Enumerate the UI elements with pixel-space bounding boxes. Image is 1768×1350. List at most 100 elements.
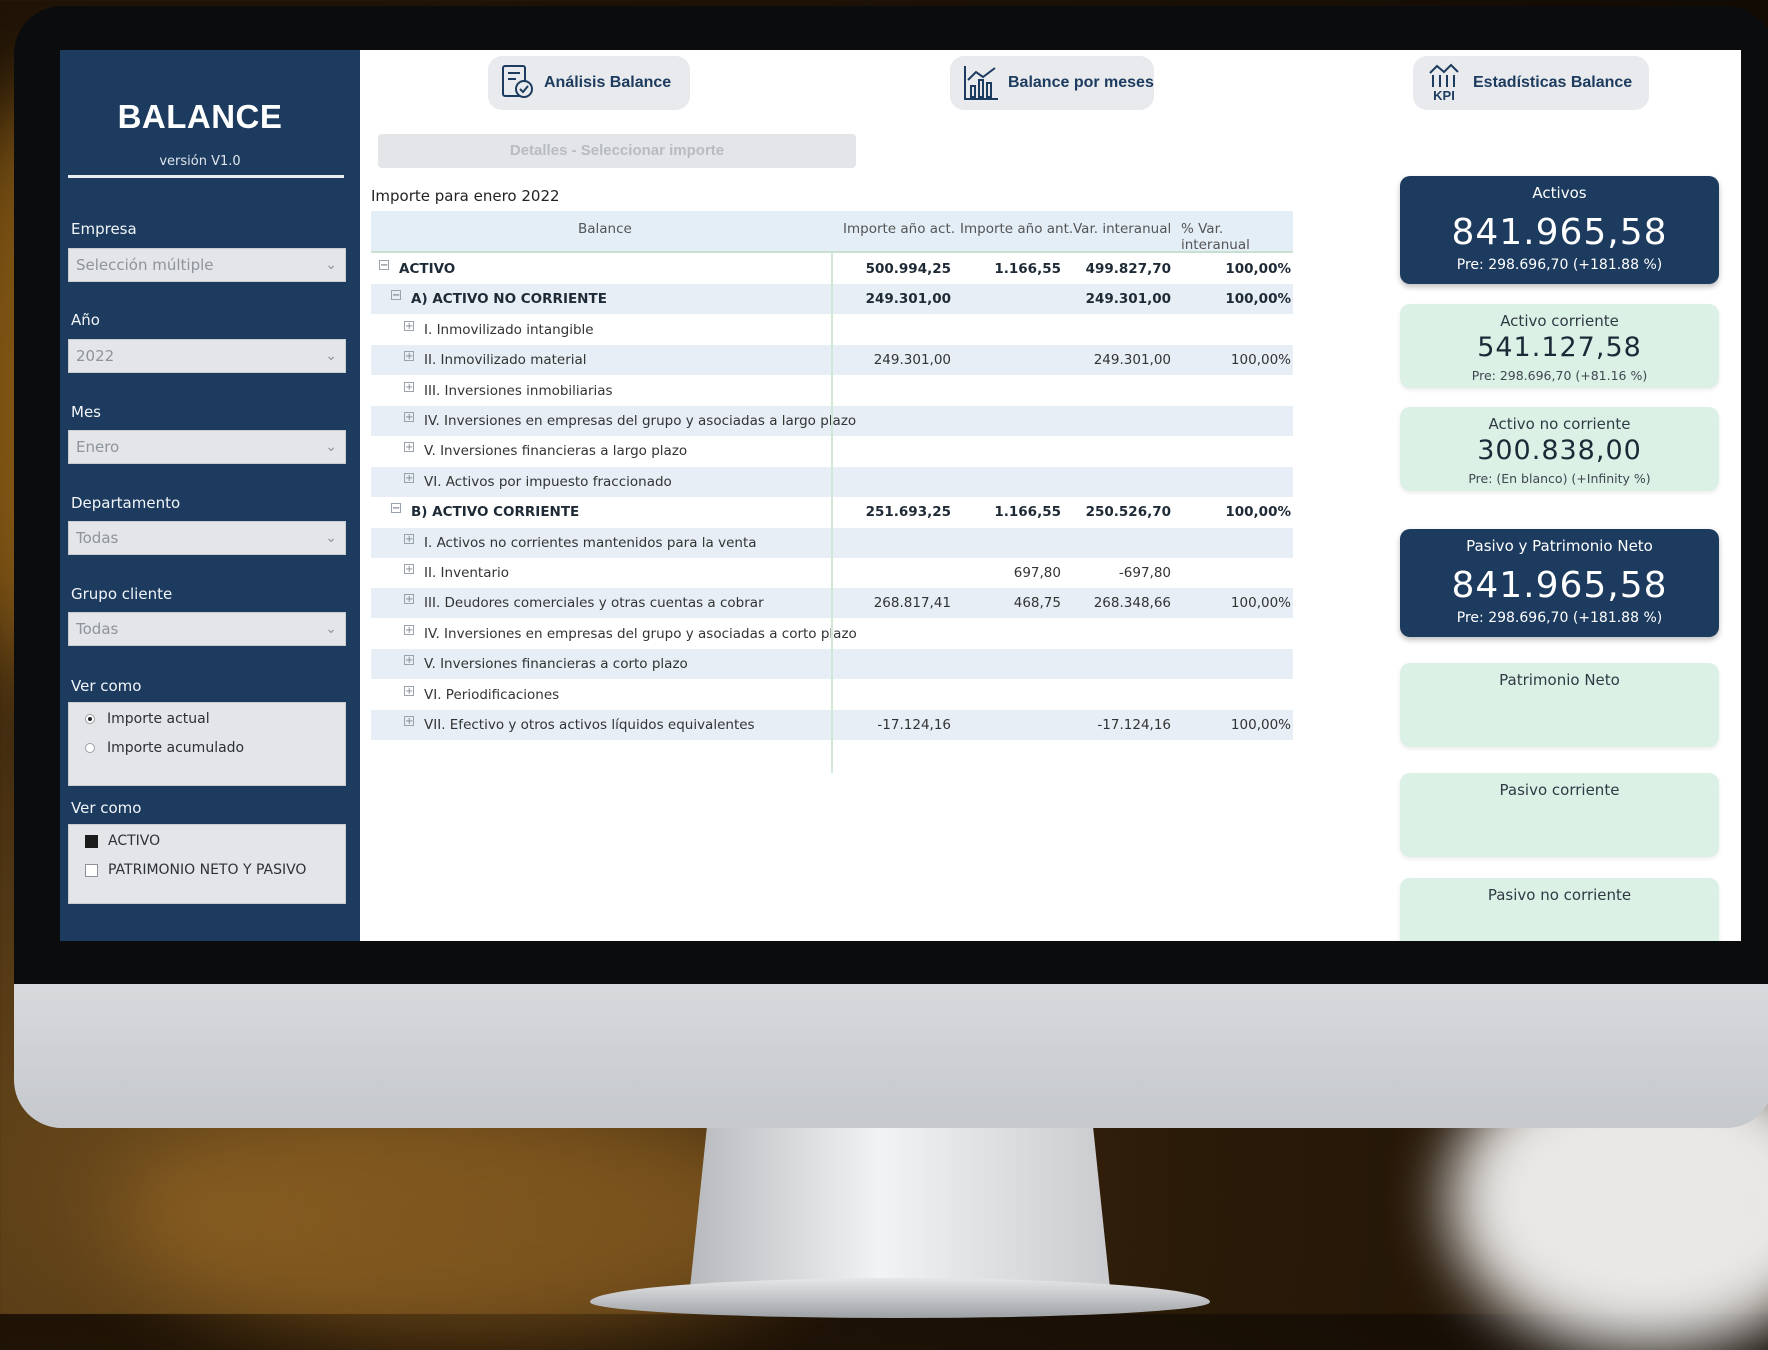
check-activo[interactable]: ACTIVO [85,833,160,849]
col-header-pct-var[interactable]: % Var. interanual [1181,221,1293,253]
expand-icon[interactable]: + [404,533,414,544]
empresa-dropdown[interactable]: Selección múltiple ⌄ [68,248,346,282]
row-label: IV. Inversiones en empresas del grupo y … [424,625,857,642]
cell-pct-var: 100,00% [1230,595,1291,612]
cell-importe-ant: 697,80 [1013,565,1061,581]
table-header: Balance Importe año act. Importe año ant… [371,211,1293,253]
expand-icon[interactable]: + [404,351,414,362]
radio-selected-icon [85,714,95,724]
col-header-balance[interactable]: Balance [578,221,632,237]
grupo-cliente-label: Grupo cliente [71,585,173,603]
cell-importe-ant: 1.166,55 [994,504,1061,521]
collapse-icon[interactable]: − [391,290,401,301]
analysis-report-icon [502,65,533,98]
grupo-cliente-value: Todas [76,620,119,638]
checkbox-label: PATRIMONIO NETO Y PASIVO [108,862,307,878]
radio-importe-actual[interactable]: Importe actual [85,711,210,727]
col-header-var-interanual[interactable]: Var. interanual [1073,221,1171,237]
ver-como-label: Ver como [71,799,142,817]
grupo-cliente-dropdown[interactable]: Todas ⌄ [68,612,346,646]
kpi-pasivo-patrimonio-card: Pasivo y Patrimonio Neto 841.965,58 Pre:… [1400,529,1719,637]
row-label: VII. Efectivo y otros activos líquidos e… [424,717,755,733]
analisis-balance-button[interactable]: Análisis Balance [488,56,690,110]
cell-importe-act: 268.817,41 [873,595,951,612]
monitor-stand [690,1128,1110,1288]
col-header-importe-ant[interactable]: Importe año ant. [960,221,1073,237]
estadisticas-balance-label: Estadísticas Balance [1473,74,1633,91]
chevron-down-icon: ⌄ [325,621,337,637]
expand-icon[interactable]: + [404,624,414,635]
mes-label: Mes [71,403,101,421]
estadisticas-balance-button[interactable]: KPI Estadísticas Balance [1413,56,1649,110]
expand-icon[interactable]: + [404,442,414,453]
empresa-value: Selección múltiple [76,256,214,274]
monitor-stand-base [590,1278,1210,1318]
departamento-dropdown[interactable]: Todas ⌄ [68,521,346,555]
balance-por-meses-button[interactable]: Balance por meses [950,56,1154,110]
monitor-chin [14,984,1768,1128]
row-label: II. Inmovilizado material [424,352,587,369]
title-divider [68,175,344,178]
row-label: V. Inversiones financieras a corto plazo [424,656,688,673]
cell-importe-act: -17.124,16 [877,717,951,733]
departamento-value: Todas [76,529,119,547]
app-title: BALANCE [117,98,283,135]
check-patrimonio-pasivo[interactable]: PATRIMONIO NETO Y PASIVO [85,862,306,878]
radio-unselected-icon [85,743,95,753]
expand-icon[interactable]: + [404,412,414,423]
collapse-icon[interactable]: − [391,503,401,514]
kpi-title: Pasivo corriente [1499,781,1620,799]
kpi-title: Patrimonio Neto [1499,671,1620,689]
cell-importe-act: 249.301,00 [873,352,951,369]
importe-radio-group: Importe actual Importe acumulado [68,702,346,786]
expand-icon[interactable]: + [404,472,414,483]
chevron-down-icon: ⌄ [325,439,337,455]
cell-var-interanual: 499.827,70 [1085,261,1171,277]
row-label: IV. Inversiones en empresas del grupo y … [424,413,857,429]
empresa-label: Empresa [71,220,137,238]
radio-importe-acumulado[interactable]: Importe acumulado [85,740,244,756]
expand-icon[interactable]: + [404,381,414,392]
cell-pct-var: 100,00% [1230,717,1291,733]
departamento-label: Departamento [71,494,181,512]
kpi-title: Activo corriente [1500,312,1619,330]
row-label: V. Inversiones financieras a largo plazo [424,443,688,460]
cell-importe-act: 249.301,00 [865,291,951,308]
expand-icon[interactable]: + [404,594,414,605]
row-label: III. Inversiones inmobiliarias [424,382,613,399]
expand-icon[interactable]: + [404,685,414,696]
kpi-activos-card: Activos 841.965,58 Pre: 298.696,70 (+181… [1400,176,1719,284]
expand-icon[interactable]: + [404,655,414,666]
row-label: I. Activos no corrientes mantenidos para… [424,534,757,551]
row-label: II. Inventario [424,565,510,581]
kpi-value: 841.965,58 [1451,212,1668,253]
analisis-balance-label: Análisis Balance [544,74,672,91]
row-label: A) ACTIVO NO CORRIENTE [411,291,607,308]
kpi-subtitle: Pre: (En blanco) (+Infinity %) [1468,471,1651,486]
col-header-importe-act[interactable]: Importe año act. [843,221,955,237]
column-divider [831,253,833,773]
expand-icon[interactable]: + [404,716,414,727]
row-label: III. Deudores comerciales y otras cuenta… [424,595,764,612]
row-label: I. Inmovilizado intangible [424,321,594,338]
kpi-subtitle: Pre: 298.696,70 (+181.88 %) [1456,610,1663,626]
mes-dropdown[interactable]: Enero ⌄ [68,430,346,464]
kpi-pasivo-corriente-card: Pasivo corriente [1400,773,1719,857]
kpi-value: 541.127,58 [1477,332,1642,363]
row-label: VI. Periodificaciones [424,686,560,703]
collapse-icon[interactable]: − [379,260,389,271]
expand-icon[interactable]: + [404,320,414,331]
radio-label: Importe actual [107,711,210,727]
checkbox-checked-icon [85,834,98,848]
chevron-down-icon: ⌄ [325,348,337,364]
cell-var-interanual: 268.348,66 [1093,595,1171,612]
kpi-activo-corriente-card: Activo corriente 541.127,58 Pre: 298.696… [1400,304,1719,388]
anio-dropdown[interactable]: 2022 ⌄ [68,339,346,373]
detalles-seleccionar-button[interactable]: Detalles - Seleccionar importe [378,134,856,168]
mes-value: Enero [76,438,120,456]
expand-icon[interactable]: + [404,564,414,575]
cell-pct-var: 100,00% [1225,504,1291,521]
cell-var-interanual: -697,80 [1118,565,1171,581]
balance-type-check-group: ACTIVO PATRIMONIO NETO Y PASIVO [68,824,346,904]
chevron-down-icon: ⌄ [325,257,337,273]
